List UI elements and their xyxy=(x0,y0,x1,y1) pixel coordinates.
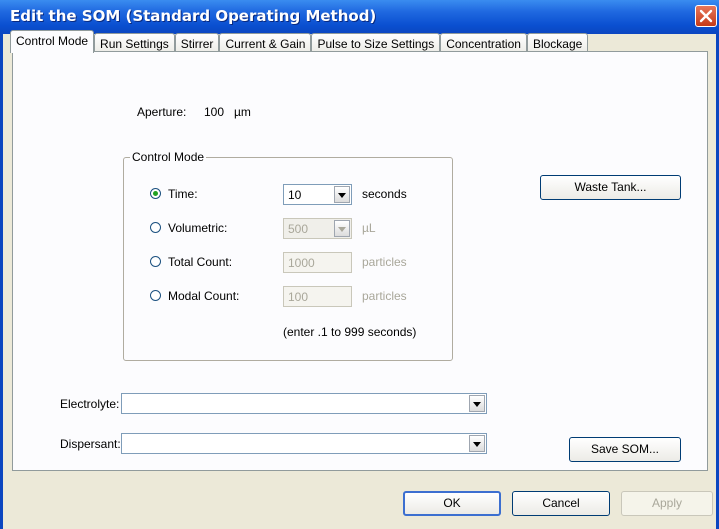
volumetric-label: Volumetric: xyxy=(168,221,228,235)
total-count-unit: particles xyxy=(362,255,407,269)
cancel-button[interactable]: Cancel xyxy=(512,491,610,516)
tab-control-mode[interactable]: Control Mode xyxy=(10,30,95,53)
tab-strip: Control Mode Run Settings Stirrer Current &… xyxy=(10,30,589,53)
time-radio[interactable] xyxy=(150,188,161,199)
electrolyte-label: Electrolyte: xyxy=(60,397,120,411)
modal-count-unit: particles xyxy=(362,289,407,303)
tab-stirrer[interactable]: Stirrer xyxy=(174,33,220,53)
time-label: Time: xyxy=(168,187,198,201)
window-title: Edit the SOM (Standard Operating Method) xyxy=(10,7,377,25)
close-icon xyxy=(699,9,713,23)
aperture-unit: µm xyxy=(234,105,251,119)
apply-button[interactable]: Apply xyxy=(621,491,713,516)
time-value: 10 xyxy=(288,188,302,202)
modal-count-label: Modal Count: xyxy=(168,289,240,303)
total-count-label: Total Count: xyxy=(168,255,233,269)
chevron-down-icon[interactable] xyxy=(469,395,485,412)
aperture-value: 100 xyxy=(204,105,225,119)
time-unit: seconds xyxy=(362,187,407,201)
modal-count-input[interactable]: 100 xyxy=(283,286,352,307)
chevron-down-icon[interactable] xyxy=(469,435,485,452)
aperture-label: Aperture: xyxy=(137,105,187,119)
dispersant-select[interactable] xyxy=(121,433,487,454)
volumetric-select[interactable]: 500 xyxy=(283,218,352,239)
waste-tank-button[interactable]: Waste Tank... xyxy=(540,175,681,200)
tab-blockage[interactable]: Blockage xyxy=(526,33,589,53)
volumetric-unit: µL xyxy=(362,221,376,235)
close-button[interactable] xyxy=(695,5,717,27)
save-som-button[interactable]: Save SOM... xyxy=(569,437,681,462)
control-mode-legend: Control Mode xyxy=(130,150,207,164)
modal-count-radio[interactable] xyxy=(150,290,161,301)
total-count-radio[interactable] xyxy=(150,256,161,267)
dispersant-label: Dispersant: xyxy=(60,437,121,451)
chevron-down-icon[interactable] xyxy=(334,186,350,203)
tab-current-gain[interactable]: Current & Gain xyxy=(219,33,312,53)
time-select[interactable]: 10 xyxy=(283,184,352,205)
tab-run-settings[interactable]: Run Settings xyxy=(94,33,175,53)
control-mode-hint: (enter .1 to 999 seconds) xyxy=(283,325,417,339)
title-bar: Edit the SOM (Standard Operating Method) xyxy=(0,0,719,34)
ok-button[interactable]: OK xyxy=(403,491,501,516)
total-count-input[interactable]: 1000 xyxy=(283,252,352,273)
tab-concentration[interactable]: Concentration xyxy=(440,33,527,53)
electrolyte-select[interactable] xyxy=(121,393,487,414)
tab-pulse-to-size-settings[interactable]: Pulse to Size Settings xyxy=(311,33,441,53)
volumetric-value: 500 xyxy=(288,222,309,236)
chevron-down-icon[interactable] xyxy=(334,220,350,237)
volumetric-radio[interactable] xyxy=(150,222,161,233)
